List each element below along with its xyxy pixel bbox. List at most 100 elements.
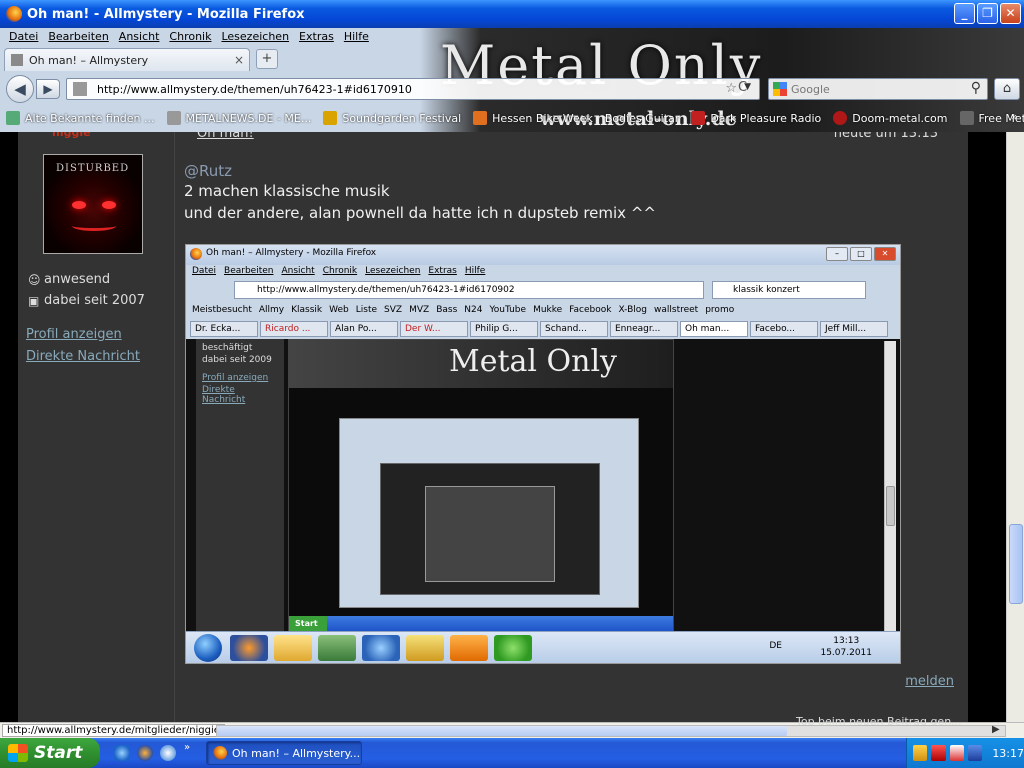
tab-label: Oh man! – Allmystery	[29, 53, 149, 67]
post-timestamp: heute um 13:13	[833, 132, 938, 141]
menu-lesezeichen[interactable]: Lesezeichen	[216, 28, 294, 46]
online-status: ☺ anwesend	[28, 272, 111, 287]
bookmark-dark-pleasure-radio[interactable]: Dark Pleasure Radio	[685, 111, 827, 125]
menu-extras[interactable]: Extras	[294, 28, 339, 46]
embed-win7-taskbar: DE 13:13 15.07.2011	[186, 631, 900, 663]
metalnews-icon	[166, 111, 181, 125]
allmystery-favicon-icon	[11, 54, 23, 66]
window-title: Oh man! - Allmystery - Mozilla Firefox	[27, 6, 305, 22]
bookmark-hessen-bike-week[interactable]: Hessen Bike Week	[467, 111, 599, 125]
url-bar[interactable]: http://www.allmystery.de/themen/uh76423-…	[66, 78, 760, 100]
bookmark-soundgarden[interactable]: Soundgarden Festival	[317, 111, 467, 125]
bookmarks-overflow-icon[interactable]: »	[1011, 110, 1018, 123]
display-icon[interactable]	[967, 745, 983, 761]
menu-ansicht[interactable]: Ansicht	[114, 28, 165, 46]
report-link[interactable]: melden	[905, 674, 954, 689]
member-since: ▣ dabei seit 2007	[28, 293, 145, 308]
antivirus-icon[interactable]	[949, 745, 964, 761]
embed-folder-taskbar-icon	[274, 635, 312, 661]
embed-monitor-taskbar-icon	[318, 635, 356, 661]
back-button[interactable]: ◀	[6, 75, 34, 103]
bookmark-bodies-guitar[interactable]: Bodies Guitar	[599, 112, 685, 125]
menu-hilfe[interactable]: Hilfe	[339, 28, 374, 46]
window-titlebar[interactable]: Oh man! - Allmystery - Mozilla Firefox _…	[0, 0, 1024, 28]
embed-sidebar: beschäftigt dabei seit 2009 Profil anzei…	[196, 339, 284, 633]
embed-vlc-taskbar-icon	[450, 635, 488, 661]
new-tab-button[interactable]: +	[256, 49, 278, 69]
scroll-right-icon[interactable]: ▶	[992, 724, 1000, 735]
nested-window-3	[425, 486, 555, 582]
avatar[interactable]: DISTURBED	[43, 154, 143, 254]
embed-menu-bar: Datei Bearbeiten Ansicht Chronik Lesezei…	[192, 266, 486, 276]
search-icon[interactable]: ⚲	[971, 80, 981, 96]
nested-start-button: Start	[289, 616, 327, 632]
home-button[interactable]: ⌂	[994, 78, 1020, 100]
network-icon[interactable]	[931, 745, 946, 761]
embedded-screenshot[interactable]: Oh man! – Allmystery - Mozilla Firefox –…	[185, 244, 901, 664]
bookmark-metalnews[interactable]: METALNEWS.DE - ME...	[161, 111, 318, 125]
tab-oh-man[interactable]: Oh man! – Allmystery ×	[4, 48, 250, 71]
horizontal-scrollbar[interactable]	[216, 725, 1006, 737]
avatar-band-text: DISTURBED	[56, 163, 130, 174]
shield-icon[interactable]	[913, 745, 928, 761]
post-text-line: und der andere, alan pownell da hatte ic…	[184, 204, 656, 222]
embed-thunderbird-taskbar-icon	[362, 635, 400, 661]
user-name[interactable]: niggie	[52, 132, 91, 139]
quicklaunch-firefox-icon[interactable]	[137, 745, 153, 761]
embed-nested-screenshot: Metal Only Start	[288, 339, 674, 633]
person-icon: ☺	[28, 272, 41, 287]
google-icon[interactable]	[773, 82, 787, 96]
taskbar-firefox-item[interactable]: Oh man! – Allmystery...	[206, 741, 362, 765]
windows-logo-icon	[8, 744, 28, 762]
fma-icon	[959, 111, 974, 125]
firefox-icon	[6, 6, 22, 22]
menu-bearbeiten[interactable]: Bearbeiten	[43, 28, 113, 46]
direct-message-link[interactable]: Direkte Nachricht	[26, 349, 140, 364]
page-scrollbar[interactable]	[1006, 132, 1024, 722]
embed-language: DE	[769, 641, 782, 651]
tab-close-icon[interactable]: ×	[234, 53, 244, 67]
start-button[interactable]: Start	[0, 738, 100, 768]
quicklaunch-media-icon[interactable]	[160, 745, 176, 761]
embed-nav-toolbar: http://www.allmystery.de/themen/uh76423-…	[186, 279, 900, 303]
quicklaunch-ie-icon[interactable]	[114, 745, 130, 761]
h-icon	[473, 111, 488, 125]
profile-link[interactable]: Profil anzeigen	[26, 327, 122, 342]
embed-tab-strip: Dr. Ecka... Ricardo ... Alan Po... Der W…	[186, 321, 900, 339]
embed-winamp-taskbar-icon	[406, 635, 444, 661]
embed-scroll-thumb	[886, 486, 895, 526]
sg-icon	[323, 111, 338, 125]
search-input[interactable]: Google ⚲	[768, 78, 988, 100]
page-scroll-thumb[interactable]	[1009, 524, 1023, 604]
embed-scrollbar	[884, 341, 896, 631]
taskbar-clock: 13:17	[992, 746, 1024, 760]
status-bar: Top beim neuen Beitrag gen... http://www…	[0, 715, 1024, 738]
nav-toolbar: ◀ ▶ http://www.allmystery.de/themen/uh76…	[0, 74, 1024, 103]
embed-firefox-taskbar-icon	[230, 635, 268, 661]
forum-post: Oh man! heute um 13:13 @Rutz 2 machen kl…	[175, 132, 968, 722]
menu-chronik[interactable]: Chronik	[164, 28, 216, 46]
close-button[interactable]: ✕	[1000, 3, 1021, 24]
bookmark-doom-metal[interactable]: Doom-metal.com	[827, 111, 953, 125]
post-text-line: 2 machen klassische musik	[184, 182, 390, 200]
dpr-icon	[691, 111, 706, 125]
minimize-button[interactable]: _	[954, 3, 975, 24]
menu-datei[interactable]: Datei	[4, 28, 43, 46]
maximize-button[interactable]: ❐	[977, 3, 998, 24]
forward-button[interactable]: ▶	[36, 79, 60, 99]
user-sidebar: niggie DISTURBED ☺ anwesend ▣ dabei seit…	[18, 132, 175, 722]
quicklaunch-more-icon[interactable]: »	[184, 742, 194, 758]
avatar-eye-left	[72, 201, 86, 209]
bookmark-star-icon[interactable]: ☆	[725, 81, 737, 96]
status-url: http://www.allmystery.de/mitglieder/nigg…	[2, 724, 225, 737]
reload-button[interactable]: C	[738, 80, 747, 95]
embed-titlebar: Oh man! – Allmystery - Mozilla Firefox –…	[186, 245, 900, 265]
member-icon: ▣	[28, 293, 40, 308]
avatar-eye-right	[102, 201, 116, 209]
post-mention[interactable]: @Rutz	[184, 162, 232, 180]
horizontal-scroll-thumb[interactable]	[217, 726, 787, 736]
bookmark-alte-bekannte[interactable]: Alte Bekannte finden ...	[0, 111, 161, 125]
site-identity-icon[interactable]	[73, 82, 87, 96]
post-title-link[interactable]: Oh man!	[197, 132, 254, 141]
browser-chrome: Metal Only www.metal-only.de Datei Bearb…	[0, 28, 1024, 132]
